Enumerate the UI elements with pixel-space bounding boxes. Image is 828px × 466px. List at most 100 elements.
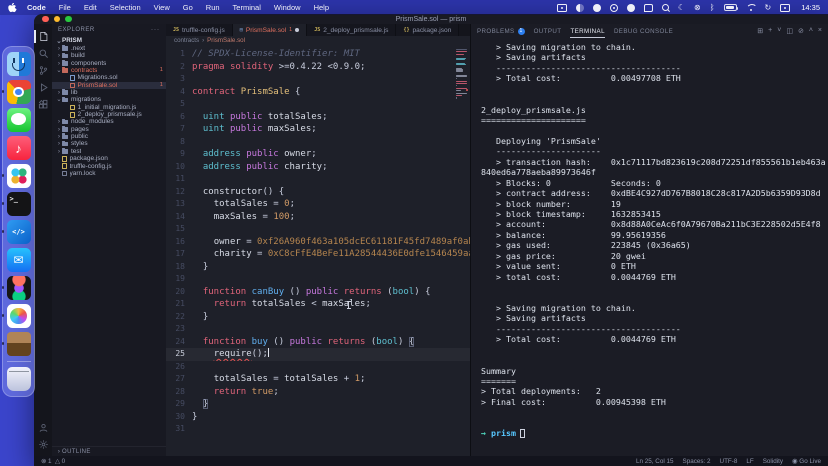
tree-item-node_modules[interactable]: › node_modules <box>52 118 166 125</box>
menu-terminal[interactable]: Terminal <box>233 3 261 12</box>
code-line-30[interactable]: 30} <box>166 411 470 424</box>
code-line-5[interactable]: 5 <box>166 98 470 111</box>
tree-item-yarn.lock[interactable]: yarn.lock <box>52 170 166 177</box>
close-panel-icon[interactable]: × <box>818 27 822 35</box>
status-solidity[interactable]: Solidity <box>763 458 783 465</box>
settings-icon[interactable] <box>34 436 52 453</box>
dock-mail[interactable] <box>6 248 31 272</box>
code-editor[interactable]: 1 // SPDX-License-Identifier: MIT 2 pragma … <box>166 45 470 456</box>
problems-status[interactable]: ⊗ 1 △ 0 <box>41 458 65 465</box>
tree-item-pages[interactable]: › pages <box>52 126 166 133</box>
dock-terminal[interactable] <box>1 192 31 216</box>
dock-minecraft[interactable] <box>1 332 31 356</box>
kill-terminal-icon[interactable]: ⊘ <box>798 27 804 35</box>
status-utf-8[interactable]: UTF-8 <box>720 458 738 465</box>
dock-vscode[interactable] <box>1 220 31 244</box>
tree-item-PrismSale.sol[interactable]: PrismSale.sol 1 <box>52 81 166 90</box>
status-ln-25-col-15[interactable]: Ln 25, Col 15 <box>636 458 673 465</box>
tree-item-contracts[interactable]: ⌄ contracts 1 <box>52 67 166 74</box>
code-line-11[interactable]: 11 <box>166 173 470 186</box>
tree-item-.next[interactable]: › .next <box>52 45 166 52</box>
code-line-10[interactable]: 10 address public charity; <box>166 161 470 174</box>
record-icon[interactable] <box>626 3 635 12</box>
dock-chrome[interactable] <box>1 80 31 104</box>
code-line-26[interactable]: 26 <box>166 361 470 374</box>
extensions-icon[interactable] <box>34 96 52 113</box>
split-terminal-icon[interactable]: ◫ <box>786 27 793 35</box>
breadcrumb-contracts[interactable]: contracts <box>174 37 199 44</box>
menu-selection[interactable]: Selection <box>110 3 141 12</box>
menu-run[interactable]: Run <box>206 3 220 12</box>
battery-icon[interactable] <box>723 4 739 11</box>
code-line-20[interactable]: 20 function canBuy () public returns (bo… <box>166 286 470 299</box>
terminal-dropdown-icon[interactable]: ˅ <box>777 27 781 35</box>
tree-item-public[interactable]: › public <box>52 133 166 140</box>
tree-item-2_deploy_prismsale.js[interactable]: 2_deploy_prismsale.js <box>52 111 166 118</box>
tree-item-migrations[interactable]: ⌄ migrations <box>52 96 166 103</box>
menu-window[interactable]: Window <box>274 3 301 12</box>
panel-tab-debug-console[interactable]: DEBUG CONSOLE <box>614 24 673 38</box>
camera-icon[interactable] <box>609 3 618 12</box>
tree-item-Migrations.sol[interactable]: Migrations.sol <box>52 74 166 81</box>
menu-file[interactable]: File <box>59 3 71 12</box>
dock-slack[interactable] <box>1 164 31 188</box>
input-source-icon[interactable] <box>780 3 791 12</box>
tree-item-lib[interactable]: › lib <box>52 89 166 96</box>
display-arrangement-icon[interactable] <box>592 3 601 12</box>
code-line-21[interactable]: 21 return totalSales < maxSales; <box>166 298 470 311</box>
code-line-29[interactable]: 29 } <box>166 398 470 411</box>
code-line-6[interactable]: 6 uint public totalSales; <box>166 111 470 124</box>
breadcrumb-PrismSale.sol[interactable]: PrismSale.sol <box>207 37 245 44</box>
panel-tab-terminal[interactable]: TERMINAL <box>570 24 605 38</box>
sync-icon[interactable]: ↻ <box>765 3 772 12</box>
code-line-8[interactable]: 8 <box>166 136 470 149</box>
code-line-13[interactable]: 13 totalSales = 0; <box>166 198 470 211</box>
search-icon[interactable] <box>34 45 52 62</box>
tree-item-package.json[interactable]: package.json <box>52 155 166 162</box>
code-line-31[interactable]: 31 <box>166 423 470 436</box>
outline-section[interactable]: › OUTLINE <box>52 446 166 456</box>
dock-figma[interactable] <box>1 276 31 300</box>
screen-mirroring-icon[interactable] <box>556 3 567 12</box>
tree-item-build[interactable]: › build <box>52 52 166 59</box>
tree-item-styles[interactable]: › styles <box>52 140 166 147</box>
panel-layout-icon[interactable]: ⊞ <box>757 27 763 35</box>
menu-code[interactable]: Code <box>27 3 46 12</box>
code-line-15[interactable]: 15 <box>166 223 470 236</box>
focus-icon[interactable]: ☾ <box>678 3 685 12</box>
menu-bar-clock[interactable]: 14:35 <box>801 3 820 12</box>
apple-menu-icon[interactable] <box>8 2 17 13</box>
tree-item-components[interactable]: › components <box>52 60 166 67</box>
status-lf[interactable]: LF <box>746 458 753 465</box>
code-line-24[interactable]: 24 function buy () public returns (bool)… <box>166 336 470 349</box>
code-line-16[interactable]: 16 owner = 0xf26A960f463a105dcEC61181F45… <box>166 236 470 249</box>
code-line-12[interactable]: 12 constructor() { <box>166 186 470 199</box>
dock-messages[interactable] <box>6 108 31 132</box>
new-terminal-icon[interactable]: + <box>768 27 772 35</box>
terminal-output[interactable]: > Saving migration to chain. > Saving ar… <box>471 38 828 456</box>
maximize-panel-icon[interactable]: ˄ <box>809 27 813 35</box>
menu-edit[interactable]: Edit <box>84 3 97 12</box>
menu-help[interactable]: Help <box>314 3 329 12</box>
panel-tab-output[interactable]: OUTPUT <box>534 24 562 38</box>
run-debug-icon[interactable] <box>34 79 52 96</box>
code-line-18[interactable]: 18 } <box>166 261 470 274</box>
tab-truffle-config.js[interactable]: JS truffle-config.js <box>166 24 233 36</box>
code-line-9[interactable]: 9 address public owner; <box>166 148 470 161</box>
breadcrumb[interactable]: contracts › PrismSale.sol <box>166 36 470 45</box>
code-line-7[interactable]: 7 uint public maxSales; <box>166 123 470 136</box>
terminal-prompt[interactable]: → prism <box>481 428 828 438</box>
tree-item-test[interactable]: › test <box>52 148 166 155</box>
code-line-3[interactable]: 3 <box>166 73 470 86</box>
explorer-actions[interactable]: ··· <box>151 27 160 33</box>
stop-icon[interactable]: ⊗ <box>694 3 701 12</box>
dock-music[interactable] <box>6 136 31 160</box>
workspace-root[interactable]: ⌄ PRISM <box>52 36 166 45</box>
tree-item-1_initial_migration.js[interactable]: 1_initial_migration.js <box>52 104 166 111</box>
dock-trash[interactable] <box>6 367 31 391</box>
status--go-live[interactable]: ◉ Go Live <box>792 458 821 465</box>
source-control-icon[interactable] <box>34 62 52 79</box>
tab-2_deploy_prismsale.js[interactable]: JS 2_deploy_prismsale.js <box>307 24 397 36</box>
account-icon[interactable] <box>34 419 52 436</box>
code-line-17[interactable]: 17 charity = 0xC8cFfE4BeFe11A28544436E0d… <box>166 248 470 261</box>
